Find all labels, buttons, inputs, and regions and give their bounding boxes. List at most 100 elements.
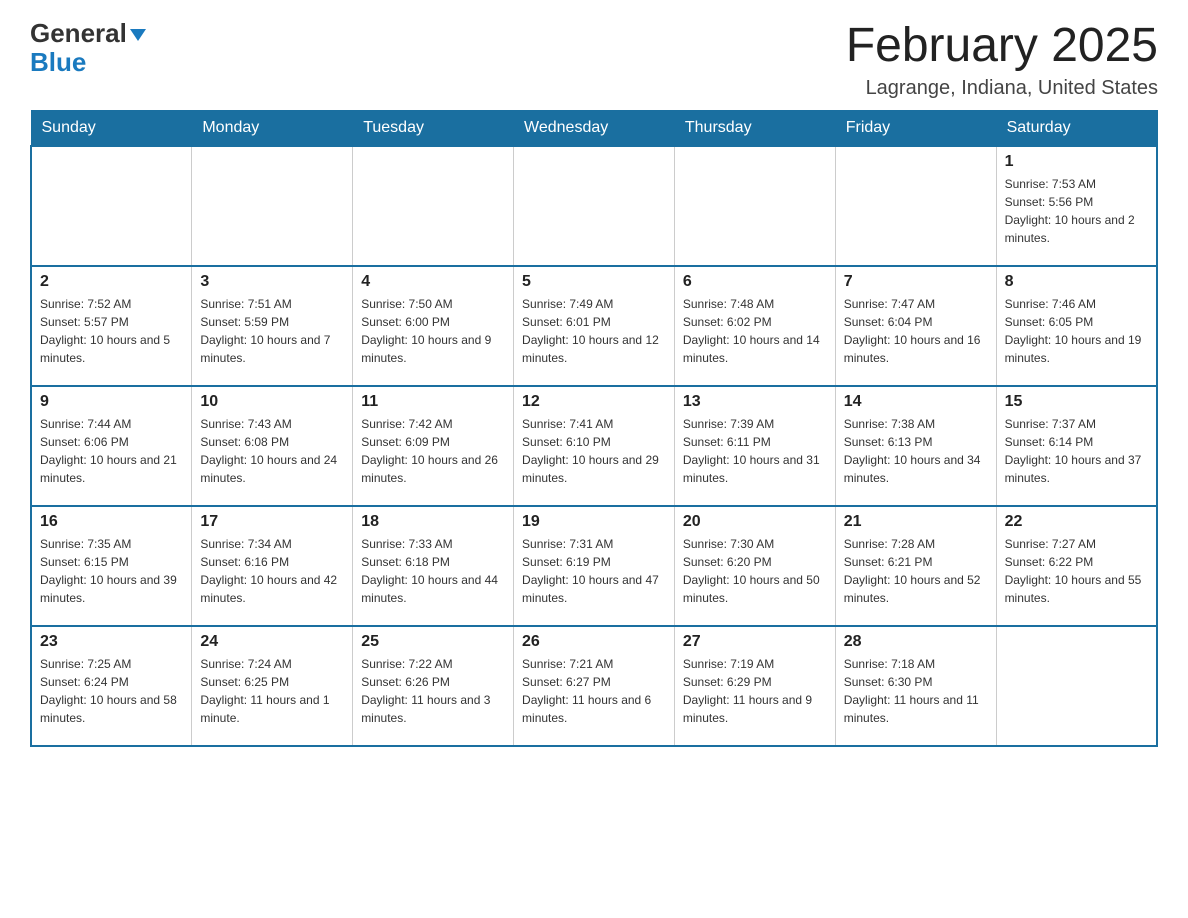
day-number: 2 [40, 273, 183, 291]
calendar-cell: 17 Sunrise: 7:34 AM Sunset: 6:16 PM Dayli… [192, 506, 353, 626]
calendar-cell: 16 Sunrise: 7:35 AM Sunset: 6:15 PM Dayli… [31, 506, 192, 626]
day-number: 26 [522, 633, 666, 651]
day-number: 19 [522, 513, 666, 531]
day-number: 17 [200, 513, 344, 531]
calendar-cell: 1 Sunrise: 7:53 AM Sunset: 5:56 PM Daylig… [996, 146, 1157, 266]
day-info: Sunrise: 7:35 AM Sunset: 6:15 PM Dayligh… [40, 535, 183, 607]
col-friday: Friday [835, 110, 996, 146]
calendar-cell: 22 Sunrise: 7:27 AM Sunset: 6:22 PM Dayli… [996, 506, 1157, 626]
day-info: Sunrise: 7:49 AM Sunset: 6:01 PM Dayligh… [522, 295, 666, 367]
day-info: Sunrise: 7:43 AM Sunset: 6:08 PM Dayligh… [200, 415, 344, 487]
calendar-cell: 21 Sunrise: 7:28 AM Sunset: 6:21 PM Dayli… [835, 506, 996, 626]
calendar-cell: 20 Sunrise: 7:30 AM Sunset: 6:20 PM Dayli… [674, 506, 835, 626]
calendar-cell [835, 146, 996, 266]
calendar-cell: 9 Sunrise: 7:44 AM Sunset: 6:06 PM Daylig… [31, 386, 192, 506]
day-info: Sunrise: 7:27 AM Sunset: 6:22 PM Dayligh… [1005, 535, 1148, 607]
day-info: Sunrise: 7:33 AM Sunset: 6:18 PM Dayligh… [361, 535, 505, 607]
calendar-cell: 14 Sunrise: 7:38 AM Sunset: 6:13 PM Dayli… [835, 386, 996, 506]
day-info: Sunrise: 7:42 AM Sunset: 6:09 PM Dayligh… [361, 415, 505, 487]
day-info: Sunrise: 7:37 AM Sunset: 6:14 PM Dayligh… [1005, 415, 1148, 487]
day-number: 27 [683, 633, 827, 651]
day-info: Sunrise: 7:38 AM Sunset: 6:13 PM Dayligh… [844, 415, 988, 487]
calendar-cell: 26 Sunrise: 7:21 AM Sunset: 6:27 PM Dayli… [514, 626, 675, 746]
logo-text: General [30, 20, 146, 47]
day-info: Sunrise: 7:28 AM Sunset: 6:21 PM Dayligh… [844, 535, 988, 607]
day-info: Sunrise: 7:48 AM Sunset: 6:02 PM Dayligh… [683, 295, 827, 367]
day-number: 10 [200, 393, 344, 411]
day-info: Sunrise: 7:41 AM Sunset: 6:10 PM Dayligh… [522, 415, 666, 487]
logo-blue: Blue [30, 49, 86, 75]
location: Lagrange, Indiana, United States [846, 77, 1158, 100]
calendar-cell: 28Sunrise: 7:18 AM Sunset: 6:30 PM Dayli… [835, 626, 996, 746]
day-number: 21 [844, 513, 988, 531]
calendar-cell: 24 Sunrise: 7:24 AM Sunset: 6:25 PM Dayli… [192, 626, 353, 746]
calendar-cell: 13Sunrise: 7:39 AM Sunset: 6:11 PM Dayli… [674, 386, 835, 506]
day-info: Sunrise: 7:24 AM Sunset: 6:25 PM Dayligh… [200, 655, 344, 727]
title-block: February 2025 Lagrange, Indiana, United … [846, 20, 1158, 100]
day-number: 14 [844, 393, 988, 411]
day-number: 1 [1005, 153, 1148, 171]
calendar-cell: 18 Sunrise: 7:33 AM Sunset: 6:18 PM Dayli… [353, 506, 514, 626]
day-number: 7 [844, 273, 988, 291]
day-number: 24 [200, 633, 344, 651]
calendar-cell: 25 Sunrise: 7:22 AM Sunset: 6:26 PM Dayli… [353, 626, 514, 746]
day-number: 5 [522, 273, 666, 291]
calendar-cell: 7 Sunrise: 7:47 AM Sunset: 6:04 PM Daylig… [835, 266, 996, 386]
day-info: Sunrise: 7:30 AM Sunset: 6:20 PM Dayligh… [683, 535, 827, 607]
day-info: Sunrise: 7:22 AM Sunset: 6:26 PM Dayligh… [361, 655, 505, 727]
day-number: 9 [40, 393, 183, 411]
day-info: Sunrise: 7:53 AM Sunset: 5:56 PM Dayligh… [1005, 175, 1148, 247]
day-number: 11 [361, 393, 505, 411]
page-header: General Blue February 2025 Lagrange, Ind… [30, 20, 1158, 100]
day-info: Sunrise: 7:50 AM Sunset: 6:00 PM Dayligh… [361, 295, 505, 367]
month-title: February 2025 [846, 20, 1158, 73]
day-number: 8 [1005, 273, 1148, 291]
calendar-cell: 5 Sunrise: 7:49 AM Sunset: 6:01 PM Daylig… [514, 266, 675, 386]
calendar-week-row: 9 Sunrise: 7:44 AM Sunset: 6:06 PM Daylig… [31, 386, 1157, 506]
day-number: 25 [361, 633, 505, 651]
calendar-cell [674, 146, 835, 266]
day-number: 16 [40, 513, 183, 531]
calendar-cell: 2Sunrise: 7:52 AM Sunset: 5:57 PM Daylig… [31, 266, 192, 386]
day-number: 12 [522, 393, 666, 411]
calendar-cell: 3Sunrise: 7:51 AM Sunset: 5:59 PM Daylig… [192, 266, 353, 386]
day-info: Sunrise: 7:44 AM Sunset: 6:06 PM Dayligh… [40, 415, 183, 487]
calendar-week-row: 1 Sunrise: 7:53 AM Sunset: 5:56 PM Daylig… [31, 146, 1157, 266]
calendar-cell: 12 Sunrise: 7:41 AM Sunset: 6:10 PM Dayli… [514, 386, 675, 506]
calendar-cell: 15Sunrise: 7:37 AM Sunset: 6:14 PM Dayli… [996, 386, 1157, 506]
logo-general: General [30, 18, 146, 48]
calendar-week-row: 2Sunrise: 7:52 AM Sunset: 5:57 PM Daylig… [31, 266, 1157, 386]
day-number: 4 [361, 273, 505, 291]
day-number: 23 [40, 633, 183, 651]
day-number: 20 [683, 513, 827, 531]
calendar-cell: 23 Sunrise: 7:25 AM Sunset: 6:24 PM Dayli… [31, 626, 192, 746]
day-info: Sunrise: 7:19 AM Sunset: 6:29 PM Dayligh… [683, 655, 827, 727]
day-number: 3 [200, 273, 344, 291]
col-sunday: Sunday [31, 110, 192, 146]
col-tuesday: Tuesday [353, 110, 514, 146]
logo: General Blue [30, 20, 146, 75]
day-info: Sunrise: 7:39 AM Sunset: 6:11 PM Dayligh… [683, 415, 827, 487]
day-info: Sunrise: 7:21 AM Sunset: 6:27 PM Dayligh… [522, 655, 666, 727]
col-saturday: Saturday [996, 110, 1157, 146]
calendar-cell: 6 Sunrise: 7:48 AM Sunset: 6:02 PM Daylig… [674, 266, 835, 386]
calendar-cell: 27 Sunrise: 7:19 AM Sunset: 6:29 PM Dayli… [674, 626, 835, 746]
day-info: Sunrise: 7:34 AM Sunset: 6:16 PM Dayligh… [200, 535, 344, 607]
day-info: Sunrise: 7:47 AM Sunset: 6:04 PM Dayligh… [844, 295, 988, 367]
calendar-cell [353, 146, 514, 266]
col-wednesday: Wednesday [514, 110, 675, 146]
day-number: 6 [683, 273, 827, 291]
day-info: Sunrise: 7:18 AM Sunset: 6:30 PM Dayligh… [844, 655, 988, 727]
day-number: 18 [361, 513, 505, 531]
day-number: 22 [1005, 513, 1148, 531]
calendar-cell [996, 626, 1157, 746]
col-monday: Monday [192, 110, 353, 146]
calendar-cell: 4 Sunrise: 7:50 AM Sunset: 6:00 PM Daylig… [353, 266, 514, 386]
calendar-cell: 11 Sunrise: 7:42 AM Sunset: 6:09 PM Dayli… [353, 386, 514, 506]
calendar-cell: 10 Sunrise: 7:43 AM Sunset: 6:08 PM Dayli… [192, 386, 353, 506]
calendar-cell [514, 146, 675, 266]
calendar-cell: 8Sunrise: 7:46 AM Sunset: 6:05 PM Daylig… [996, 266, 1157, 386]
calendar-table: Sunday Monday Tuesday Wednesday Thursday… [30, 110, 1158, 747]
day-info: Sunrise: 7:25 AM Sunset: 6:24 PM Dayligh… [40, 655, 183, 727]
calendar-week-row: 23 Sunrise: 7:25 AM Sunset: 6:24 PM Dayli… [31, 626, 1157, 746]
